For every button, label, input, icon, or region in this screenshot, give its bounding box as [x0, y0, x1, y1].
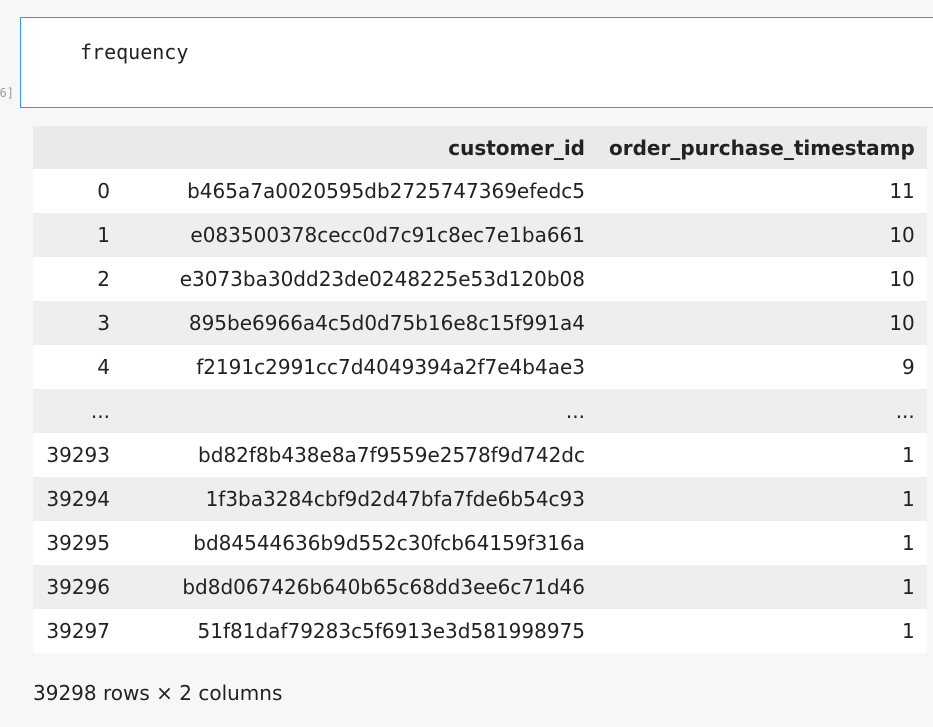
timestamp-count-cell: 1	[902, 531, 915, 555]
row-index: 39293	[46, 443, 110, 467]
table-row: 39294 1f3ba3284cbf9d2d47bfa7fde6b54c93 1	[33, 477, 927, 521]
row-index: 39294	[46, 487, 110, 511]
column-header-order-purchase-timestamp: order_purchase_timestamp	[597, 126, 927, 169]
customer-id-cell: bd84544636b9d552c30fcb64159f316a	[193, 531, 585, 555]
table-row: 3 895be6966a4c5d0d75b16e8c15f991a4 10	[33, 301, 927, 345]
row-index: 39295	[46, 531, 110, 555]
row-index: ...	[90, 399, 110, 423]
timestamp-count-cell: 10	[889, 223, 915, 247]
table-row: 2 e3073ba30dd23de0248225e53d120b08 10	[33, 257, 927, 301]
timestamp-count-cell: 11	[889, 179, 915, 203]
row-index: 0	[97, 179, 110, 203]
row-index: 39297	[46, 619, 110, 643]
table-row-ellipsis: ... ... ...	[33, 389, 927, 433]
row-index: 4	[97, 355, 110, 379]
index-header	[33, 126, 122, 169]
row-index: 3	[97, 311, 110, 335]
dataframe-table: customer_id order_purchase_timestamp 0 b…	[33, 126, 927, 653]
row-index: 39296	[46, 575, 110, 599]
table-row: 0 b465a7a0020595db2725747369efedc5 11	[33, 169, 927, 213]
timestamp-count-cell: 1	[902, 619, 915, 643]
row-index: 2	[97, 267, 110, 291]
table-row: 39297 51f81daf79283c5f6913e3d581998975 1	[33, 609, 927, 653]
customer-id-cell: 51f81daf79283c5f6913e3d581998975	[197, 619, 585, 643]
timestamp-count-cell: 1	[902, 443, 915, 467]
column-header-customer-id: customer_id	[122, 126, 597, 169]
timestamp-count-cell: ...	[895, 399, 915, 423]
table-header-row: customer_id order_purchase_timestamp	[33, 126, 927, 169]
customer-id-cell: bd8d067426b640b65c68dd3ee6c71d46	[182, 575, 585, 599]
notebook-page: 6] frequency customer_id order_purchase_…	[0, 0, 933, 727]
table-row: 39295 bd84544636b9d552c30fcb64159f316a 1	[33, 521, 927, 565]
customer-id-cell: 895be6966a4c5d0d75b16e8c15f991a4	[188, 311, 585, 335]
code-text: frequency	[80, 40, 189, 64]
customer-id-cell: e083500378cecc0d7c91c8ec7e1ba661	[190, 223, 585, 247]
table-row: 1 e083500378cecc0d7c91c8ec7e1ba661 10	[33, 213, 927, 257]
customer-id-cell: f2191c2991cc7d4049394a2f7e4b4ae3	[196, 355, 585, 379]
customer-id-cell: b465a7a0020595db2725747369efedc5	[187, 179, 585, 203]
table-row: 39293 bd82f8b438e8a7f9559e2578f9d742dc 1	[33, 433, 927, 477]
customer-id-cell: ...	[565, 399, 585, 423]
timestamp-count-cell: 10	[889, 267, 915, 291]
table-row: 39296 bd8d067426b640b65c68dd3ee6c71d46 1	[33, 565, 927, 609]
row-index: 1	[97, 223, 110, 247]
timestamp-count-cell: 9	[902, 355, 915, 379]
code-input-cell[interactable]: frequency	[20, 17, 933, 108]
customer-id-cell: bd82f8b438e8a7f9559e2578f9d742dc	[198, 443, 585, 467]
customer-id-cell: 1f3ba3284cbf9d2d47bfa7fde6b54c93	[205, 487, 585, 511]
timestamp-count-cell: 1	[902, 575, 915, 599]
table-row: 4 f2191c2991cc7d4049394a2f7e4b4ae3 9	[33, 345, 927, 389]
timestamp-count-cell: 1	[902, 487, 915, 511]
timestamp-count-cell: 10	[889, 311, 915, 335]
dataframe-shape-note: 39298 rows × 2 columns	[33, 681, 283, 705]
customer-id-cell: e3073ba30dd23de0248225e53d120b08	[179, 267, 585, 291]
cell-execution-count: 6]	[0, 86, 14, 100]
